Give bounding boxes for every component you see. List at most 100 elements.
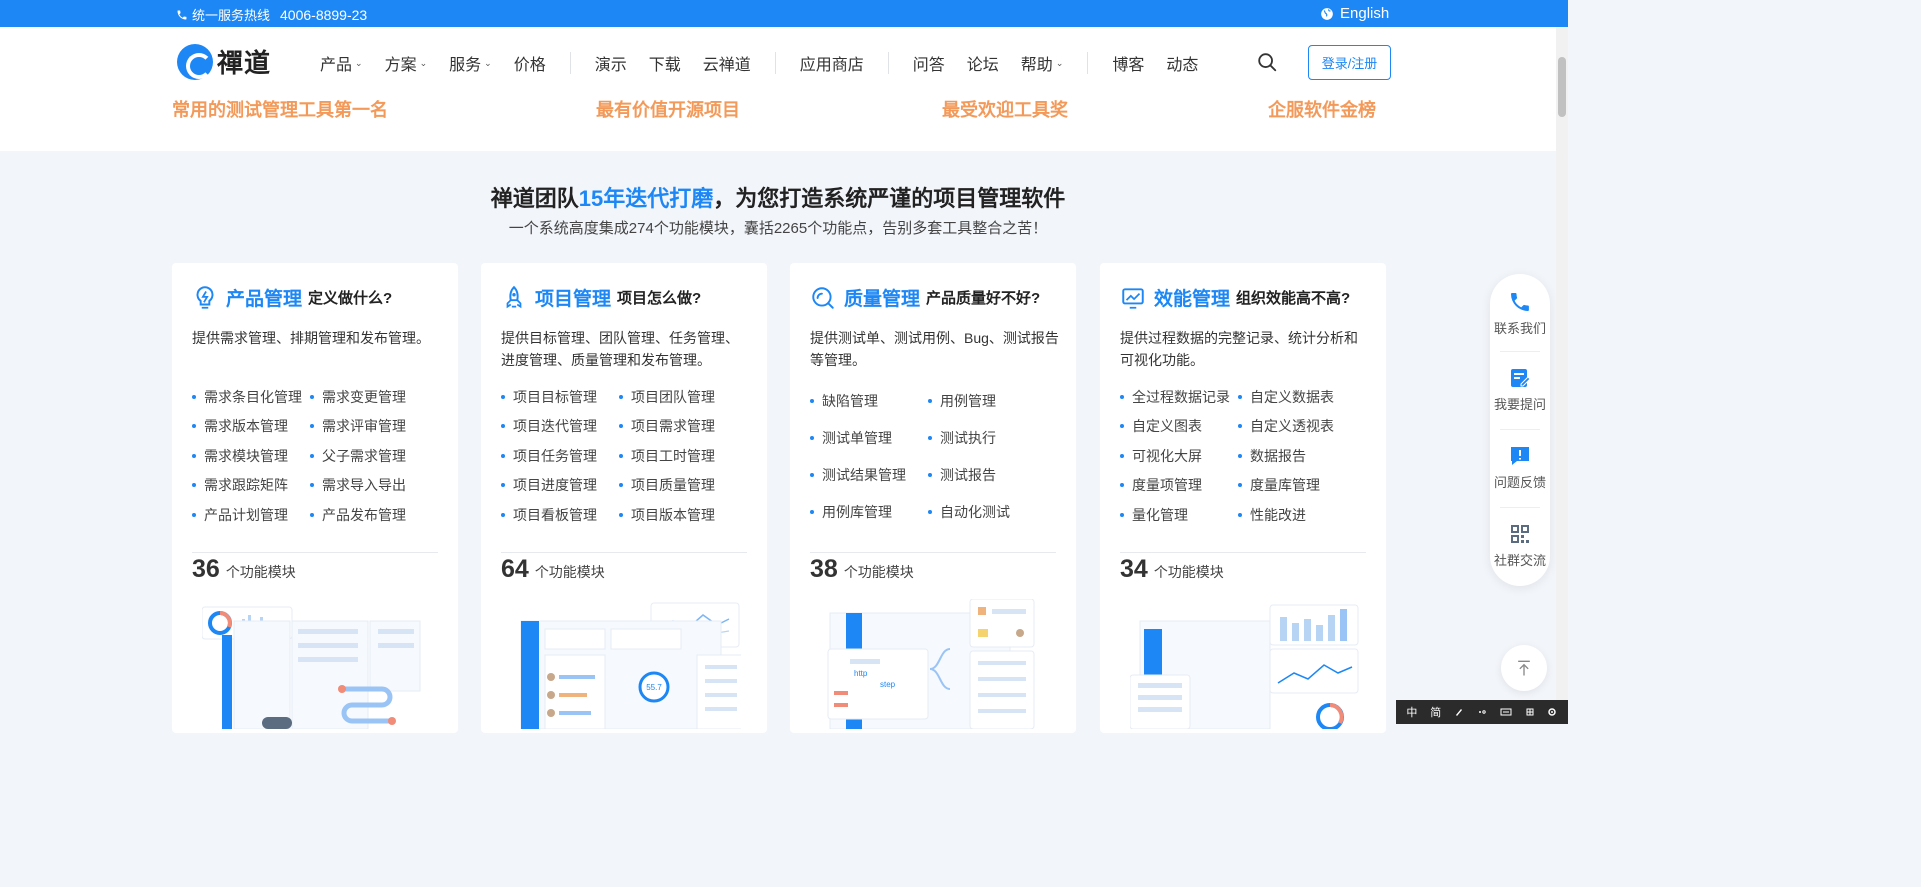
feature-item[interactable]: 测试结果管理 bbox=[810, 456, 928, 493]
feature-item[interactable]: 项目任务管理 bbox=[501, 441, 619, 471]
card-quality-management[interactable]: 质量管理 产品质量好不好? 提供测试单、测试用例、Bug、测试报告等管理。 缺陷… bbox=[790, 263, 1076, 733]
nav-blog-label: 博客 bbox=[1112, 57, 1145, 74]
settings-gear-icon[interactable] bbox=[1547, 707, 1557, 717]
toolbox-icon[interactable] bbox=[1525, 707, 1535, 717]
feature-item[interactable]: 自动化测试 bbox=[928, 493, 1058, 530]
language-switch[interactable]: English bbox=[1320, 5, 1389, 22]
feature-item[interactable]: 用例管理 bbox=[928, 382, 1058, 419]
nav-help[interactable]: 帮助 ⌄ bbox=[1021, 51, 1064, 75]
feature-item[interactable]: 度量库管理 bbox=[1238, 471, 1368, 501]
nav-news[interactable]: 动态 bbox=[1166, 51, 1198, 75]
feature-item[interactable]: 产品计划管理 bbox=[192, 500, 310, 530]
feature-item[interactable]: 需求跟踪矩阵 bbox=[192, 471, 310, 501]
nav-cloud[interactable]: 云禅道 bbox=[703, 51, 751, 75]
nav-qa[interactable]: 问答 bbox=[913, 51, 945, 75]
feature-item[interactable]: 性能改进 bbox=[1238, 500, 1368, 530]
feature-item[interactable]: 自定义透视表 bbox=[1238, 412, 1368, 442]
feature-item[interactable]: 产品发布管理 bbox=[310, 500, 440, 530]
nav-blog[interactable]: 博客 bbox=[1112, 51, 1144, 75]
nav-products[interactable]: 产品 ⌄ bbox=[320, 51, 363, 75]
back-to-top-button[interactable] bbox=[1501, 645, 1547, 691]
ime-chinese-toggle[interactable]: 中 bbox=[1406, 704, 1417, 720]
nav-download-label: 下载 bbox=[648, 57, 681, 74]
feature-item[interactable]: 项目进度管理 bbox=[501, 471, 619, 501]
feature-item[interactable]: 自定义数据表 bbox=[1238, 382, 1368, 412]
chevron-down-icon: ⌄ bbox=[355, 57, 363, 68]
rocket-icon bbox=[506, 285, 522, 308]
login-register-button[interactable]: 登录/注册 bbox=[1308, 45, 1391, 80]
scrollbar-thumb[interactable] bbox=[1558, 57, 1566, 117]
logo[interactable]: 禪道 bbox=[177, 43, 271, 80]
feature-item[interactable]: 可视化大屏 bbox=[1120, 441, 1238, 471]
hotline: 统一服务热线 4006-8899-23 bbox=[176, 5, 367, 24]
chart-value-label: 55.7 bbox=[646, 683, 662, 692]
feature-item[interactable]: 父子需求管理 bbox=[310, 441, 440, 471]
feature-item[interactable]: 全过程数据记录 bbox=[1120, 382, 1238, 412]
feature-list: 缺陷管理 用例管理 测试单管理 测试执行 测试结果管理 测试报告 用例库管理 自… bbox=[810, 382, 1060, 530]
product-dashboard-illustration bbox=[202, 606, 421, 729]
feature-item[interactable]: 需求模块管理 bbox=[192, 441, 310, 471]
efficiency-dashboard-illustration bbox=[1130, 604, 1359, 729]
ime-toolbar: 中 简 bbox=[1396, 700, 1568, 724]
ask-question-label: 我要提问 bbox=[1493, 397, 1546, 412]
module-count-number: 38 bbox=[810, 555, 838, 583]
feature-item[interactable]: 项目需求管理 bbox=[619, 412, 749, 442]
feature-item[interactable]: 项目目标管理 bbox=[501, 382, 619, 412]
feature-item[interactable]: 项目质量管理 bbox=[619, 471, 749, 501]
card-divider bbox=[1120, 552, 1366, 553]
feature-item[interactable]: 项目团队管理 bbox=[619, 382, 749, 412]
feedback-button[interactable]: 问题反馈 bbox=[1490, 444, 1550, 491]
feature-item[interactable]: 需求变更管理 bbox=[310, 382, 440, 412]
contact-us-button[interactable]: 联系我们 bbox=[1490, 290, 1550, 337]
keyboard-icon[interactable] bbox=[1500, 707, 1512, 717]
nav-app-store[interactable]: 应用商店 bbox=[800, 51, 864, 75]
emoji-icon[interactable] bbox=[1477, 707, 1487, 717]
card-project-management[interactable]: 项目管理 项目怎么做? 提供目标管理、团队管理、任务管理、进度管理、质量管理和发… bbox=[481, 263, 767, 733]
nav-pricing[interactable]: 价格 bbox=[514, 51, 546, 75]
nav-products-label: 产品 bbox=[320, 57, 353, 74]
feature-item[interactable]: 用例库管理 bbox=[810, 493, 928, 530]
ask-question-button[interactable]: 我要提问 bbox=[1490, 366, 1550, 413]
feature-item[interactable]: 需求评审管理 bbox=[310, 412, 440, 442]
feature-item[interactable]: 项目看板管理 bbox=[501, 500, 619, 530]
feature-item[interactable]: 项目迭代管理 bbox=[501, 412, 619, 442]
feature-item[interactable]: 测试单管理 bbox=[810, 419, 928, 456]
feature-item[interactable]: 量化管理 bbox=[1120, 500, 1238, 530]
module-count-unit: 个功能模块 bbox=[225, 564, 296, 580]
hotline-number[interactable]: 4006-8899-23 bbox=[280, 7, 367, 23]
nav-divider bbox=[569, 52, 571, 74]
card-efficiency-management[interactable]: 效能管理 组织效能高不高? 提供过程数据的完整记录、统计分析和可视化功能。 全过… bbox=[1100, 263, 1386, 733]
feature-list: 项目目标管理 项目团队管理 项目迭代管理 项目需求管理 项目任务管理 项目工时管… bbox=[501, 382, 751, 530]
feature-item[interactable]: 缺陷管理 bbox=[810, 382, 928, 419]
scrollbar-track[interactable] bbox=[1556, 27, 1568, 724]
card-divider bbox=[810, 552, 1056, 553]
nav-demo[interactable]: 演示 bbox=[595, 51, 627, 75]
module-count-unit: 个功能模块 bbox=[843, 564, 914, 580]
nav-services[interactable]: 服务 ⌄ bbox=[449, 51, 492, 75]
card-title-question: 项目怎么做? bbox=[617, 290, 702, 307]
nav-solutions[interactable]: 方案 ⌄ bbox=[385, 51, 428, 75]
award-1: 常用的测试管理工具第一名 bbox=[172, 100, 388, 120]
headline-part1: 禅道团队 bbox=[490, 186, 579, 211]
feature-item[interactable]: 自定义图表 bbox=[1120, 412, 1238, 442]
feature-item[interactable]: 需求导入导出 bbox=[310, 471, 440, 501]
ime-simplified-toggle[interactable]: 简 bbox=[1430, 704, 1441, 720]
feature-item[interactable]: 需求条目化管理 bbox=[192, 382, 310, 412]
search-icon[interactable] bbox=[1256, 51, 1278, 73]
panel-divider bbox=[1500, 507, 1540, 508]
card-product-management[interactable]: 产品管理 定义做什么? 提供需求管理、排期管理和发布管理。 需求条目化管理 需求… bbox=[172, 263, 458, 733]
feature-item[interactable]: 测试执行 bbox=[928, 419, 1058, 456]
magnifier-check-icon bbox=[812, 286, 834, 309]
feature-item[interactable]: 需求版本管理 bbox=[192, 412, 310, 442]
community-button[interactable]: 社群交流 bbox=[1490, 522, 1550, 569]
feature-item[interactable]: 测试报告 bbox=[928, 456, 1058, 493]
nav-download[interactable]: 下载 bbox=[649, 51, 681, 75]
feature-item[interactable]: 项目工时管理 bbox=[619, 441, 749, 471]
chevron-down-icon: ⌄ bbox=[1055, 57, 1064, 68]
brush-icon[interactable] bbox=[1454, 707, 1464, 717]
nav-forum[interactable]: 论坛 bbox=[967, 51, 999, 75]
feature-item[interactable]: 度量项管理 bbox=[1120, 471, 1238, 501]
feature-item[interactable]: 数据报告 bbox=[1238, 441, 1368, 471]
alert-message-icon bbox=[1511, 447, 1529, 465]
feature-item[interactable]: 项目版本管理 bbox=[619, 500, 749, 530]
